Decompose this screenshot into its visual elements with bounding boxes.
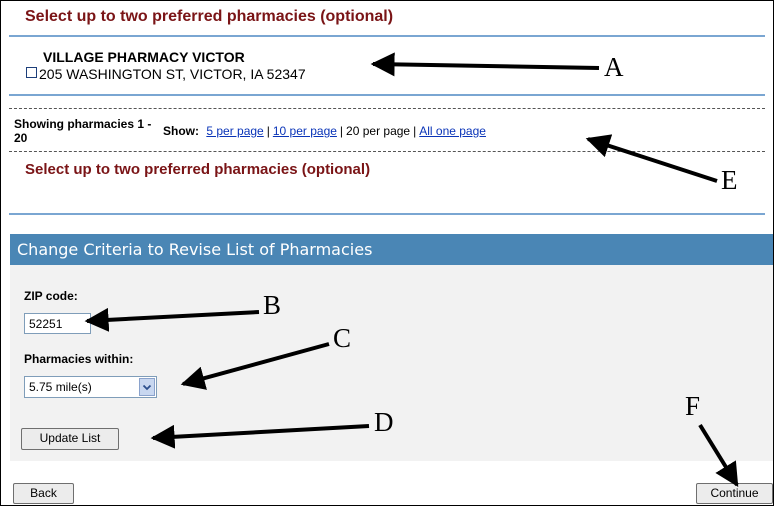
separator: |	[266, 124, 270, 138]
preferred-pharmacies-title: Select up to two preferred pharmacies (o…	[25, 8, 394, 25]
zip-input[interactable]	[24, 313, 91, 334]
footer-bar: Back Continue	[10, 462, 773, 505]
dashed-divider	[9, 108, 765, 109]
annotation-e: E	[721, 165, 738, 195]
annotation-b: B	[263, 290, 282, 320]
chevron-down-icon	[142, 384, 152, 391]
pharmacy-checkbox[interactable]	[26, 67, 37, 78]
annotation-a: A	[604, 52, 624, 82]
show-label: Show:	[163, 124, 199, 138]
page-size-selector: Show: 5 per page | 10 per page | 20 per page…	[163, 124, 486, 138]
divider	[9, 213, 765, 215]
dropdown-button[interactable]	[139, 378, 155, 396]
zip-label: ZIP code:	[24, 289, 78, 303]
all-one-page-link[interactable]: All one page	[419, 124, 486, 138]
arrow-e	[585, 134, 718, 183]
page-size-10-link[interactable]: 10 per page	[273, 124, 337, 138]
showing-count: Showing pharmacies 1 - 20	[14, 117, 152, 145]
dashed-divider	[9, 151, 765, 152]
divider	[9, 35, 765, 37]
arrow-a	[370, 52, 600, 77]
back-button[interactable]: Back	[13, 483, 74, 504]
distance-value: 5.75 mile(s)	[29, 380, 92, 394]
distance-select[interactable]: 5.75 mile(s)	[24, 376, 157, 398]
annotation-c: C	[333, 323, 352, 353]
page-size-20-current: 20 per page	[346, 124, 411, 138]
continue-button[interactable]: Continue	[696, 483, 773, 504]
separator: |	[413, 124, 417, 138]
pharmacy-address: 205 WASHINGTON ST, VICTOR, IA 52347	[39, 66, 306, 82]
criteria-header: Change Criteria to Revise List of Pharma…	[10, 234, 773, 265]
divider	[9, 94, 765, 96]
annotation-d: D	[374, 407, 394, 437]
page-frame: Select up to two preferred pharmacies (o…	[0, 0, 774, 506]
annotation-f: F	[685, 391, 701, 421]
preferred-pharmacies-title-2: Select up to two preferred pharmacies (o…	[25, 161, 371, 178]
update-list-button[interactable]: Update List	[21, 428, 119, 450]
pharmacy-name: VILLAGE PHARMACY VICTOR	[43, 49, 245, 65]
separator: |	[339, 124, 344, 138]
page-size-5-link[interactable]: 5 per page	[206, 124, 263, 138]
within-label: Pharmacies within:	[24, 352, 134, 366]
